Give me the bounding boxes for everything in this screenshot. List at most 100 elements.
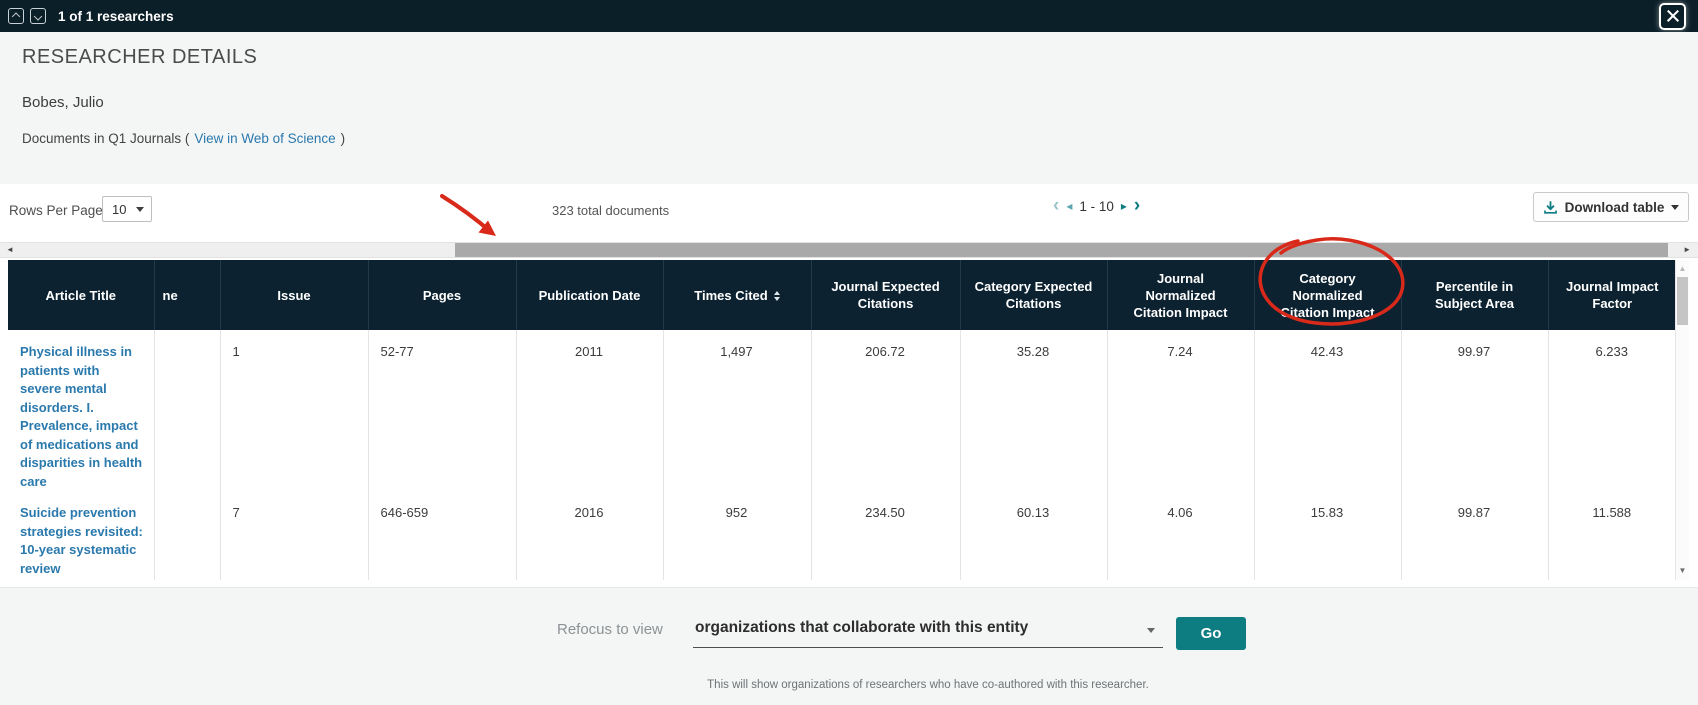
cell-value: 952	[726, 505, 748, 520]
column-header-label: Times Cited	[694, 288, 767, 303]
cell-value: 7.24	[1167, 344, 1192, 359]
caret-down-icon	[1671, 205, 1679, 210]
column-header-label: Publication Date	[539, 288, 641, 303]
column-header-label: ne	[163, 288, 178, 303]
documents-table-container: Article Title ne Issue Pages Publication Dat…	[8, 260, 1676, 580]
refocus-footer: Refocus to view organizations that colla…	[0, 587, 1698, 705]
column-header-label: Journal Expected Citations	[831, 279, 939, 311]
cell-value: 1	[233, 344, 240, 359]
previous-researcher-button[interactable]	[8, 8, 24, 24]
cell-journal-normalized-citation-impact: 4.06	[1107, 491, 1254, 580]
close-icon	[1661, 5, 1684, 28]
horizontal-scrollbar-thumb[interactable]	[455, 243, 1668, 257]
vertical-scrollbar-thumb[interactable]	[1677, 277, 1688, 325]
column-header-publication-date: Publication Date	[516, 260, 663, 330]
article-title-link[interactable]: Physical illness in patients with severe…	[20, 344, 142, 489]
researcher-details-modal: 1 of 1 researchers RESEARCHER DETAILS Bo…	[0, 0, 1698, 705]
total-documents: 323 total documents	[552, 203, 669, 218]
documents-label-suffix: )	[341, 131, 346, 146]
table-header-row: Article Title ne Issue Pages Publication Dat…	[8, 260, 1676, 330]
cell-journal-impact-factor: 6.233	[1548, 330, 1676, 491]
cell-issue: 7	[220, 491, 368, 580]
column-header-label: Percentile in Subject Area	[1435, 279, 1514, 311]
scroll-right-icon[interactable]: ►	[1681, 243, 1693, 257]
cell-pages: 52-77	[368, 330, 516, 491]
red-arrowhead-annotation	[479, 221, 497, 237]
column-header-percentile-in-subject-area: Percentile in Subject Area	[1401, 260, 1548, 330]
refocus-select[interactable]: organizations that collaborate with this…	[693, 615, 1163, 648]
rows-per-page-value: 10	[112, 202, 126, 217]
view-in-web-of-science-link[interactable]: View in Web of Science	[194, 131, 335, 146]
close-button[interactable]	[1659, 3, 1686, 30]
cell-value: 4.06	[1167, 505, 1192, 520]
download-table-button[interactable]: Download table	[1533, 192, 1689, 222]
documents-label-prefix: Documents in Q1 Journals (	[22, 131, 189, 146]
column-header-journal-expected-citations: Journal Expected Citations	[811, 260, 960, 330]
cell-value: 2011	[575, 344, 603, 359]
column-header-label: Journal Normalized Citation Impact	[1134, 271, 1228, 320]
rows-per-page-label: Rows Per Page	[9, 203, 103, 218]
cell-value: 99.87	[1458, 505, 1491, 520]
sort-icon	[774, 291, 780, 301]
scroll-up-icon[interactable]: ▲	[1676, 264, 1689, 273]
documents-line: Documents in Q1 Journals ( View in Web of…	[22, 131, 345, 146]
horizontal-scrollbar[interactable]: ◄ ►	[0, 242, 1698, 258]
cell-times-cited: 952	[663, 491, 811, 580]
column-header-volume-clipped: ne	[154, 260, 220, 330]
cell-journal-normalized-citation-impact: 7.24	[1107, 330, 1254, 491]
column-header-category-expected-citations: Category Expected Citations	[960, 260, 1107, 330]
cell-value: 52-77	[381, 344, 414, 359]
cell-journal-expected-citations: 206.72	[811, 330, 960, 491]
column-header-journal-normalized-citation-impact: Journal Normalized Citation Impact	[1107, 260, 1254, 330]
cell-value: 6.233	[1595, 344, 1628, 359]
researcher-counter: 1 of 1 researchers	[58, 9, 174, 24]
column-header-category-normalized-citation-impact: Category Normalized Citation Impact	[1254, 260, 1401, 330]
cell-value: 11.588	[1592, 505, 1631, 520]
page-title: RESEARCHER DETAILS	[22, 46, 257, 69]
cell-issue: 1	[220, 330, 368, 491]
cell-value: 60.13	[1017, 505, 1050, 520]
cell-value: 99.97	[1458, 344, 1491, 359]
cell-volume-clipped	[154, 491, 220, 580]
table-row: Physical illness in patients with severe…	[8, 330, 1676, 491]
first-page-button[interactable]: ‹	[1053, 197, 1059, 215]
cell-value: 7	[233, 505, 240, 520]
caret-down-icon	[1147, 628, 1155, 633]
column-header-issue: Issue	[220, 260, 368, 330]
cell-pages: 646-659	[368, 491, 516, 580]
cell-value: 42.43	[1311, 344, 1344, 359]
cell-journal-impact-factor: 11.588	[1548, 491, 1676, 580]
column-header-times-cited[interactable]: Times Cited	[663, 260, 811, 330]
last-page-button[interactable]: ›	[1134, 197, 1140, 215]
column-header-label: Category Expected Citations	[975, 279, 1093, 311]
vertical-scrollbar[interactable]: ▲ ▼	[1675, 260, 1689, 580]
cell-category-expected-citations: 60.13	[960, 491, 1107, 580]
scroll-down-icon[interactable]: ▼	[1676, 566, 1689, 575]
column-header-journal-impact-factor: Journal Impact Factor	[1548, 260, 1676, 330]
go-button[interactable]: Go	[1176, 617, 1246, 650]
top-bar: 1 of 1 researchers	[0, 0, 1698, 32]
cell-percentile-in-subject-area: 99.87	[1401, 491, 1548, 580]
column-header-label: Category Normalized Citation Impact	[1281, 271, 1375, 320]
column-header-label: Pages	[423, 288, 461, 303]
scroll-left-icon[interactable]: ◄	[4, 243, 16, 257]
cell-value: 206.72	[865, 344, 905, 359]
refocus-selected-value: organizations that collaborate with this…	[695, 619, 1028, 637]
cell-journal-expected-citations: 234.50	[811, 491, 960, 580]
refocus-caption: This will show organizations of research…	[693, 679, 1163, 691]
cell-volume-clipped	[154, 330, 220, 491]
column-header-label: Issue	[277, 288, 310, 303]
cell-category-normalized-citation-impact: 42.43	[1254, 330, 1401, 491]
article-title-link[interactable]: Suicide prevention strategies revisited:…	[20, 505, 143, 576]
column-header-label: Article Title	[45, 288, 116, 303]
next-researcher-button[interactable]	[30, 8, 46, 24]
cell-value: 15.83	[1311, 505, 1344, 520]
column-header-pages: Pages	[368, 260, 516, 330]
pagination: ‹ ◂ 1 - 10 ▸ ›	[1053, 197, 1140, 215]
cell-article-title: Physical illness in patients with severe…	[8, 330, 154, 491]
documents-table: Article Title ne Issue Pages Publication Dat…	[8, 260, 1676, 580]
rows-per-page-select[interactable]: 10	[102, 196, 152, 222]
previous-page-button[interactable]: ◂	[1066, 199, 1072, 213]
next-page-button[interactable]: ▸	[1121, 199, 1127, 213]
download-table-label: Download table	[1565, 200, 1665, 215]
